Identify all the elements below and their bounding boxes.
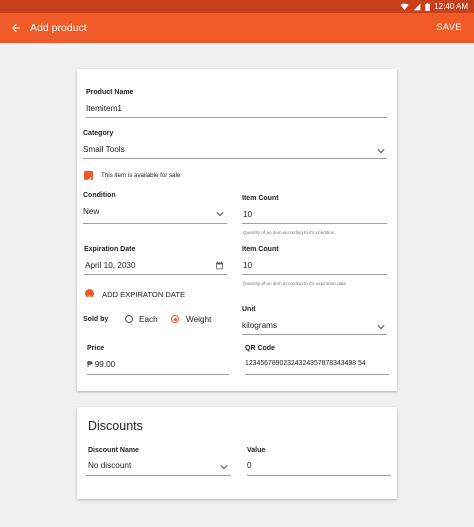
unit-chevron-down-icon[interactable] bbox=[377, 324, 385, 330]
expiration-date-underline bbox=[84, 274, 227, 275]
item-count-expiration-helper: Quantity of an item according to it's ex… bbox=[243, 281, 348, 286]
category-chevron-down-icon[interactable] bbox=[377, 148, 385, 154]
page-title: Add product bbox=[30, 22, 87, 34]
product-name-label: Product Name bbox=[86, 89, 134, 96]
unit-underline bbox=[242, 334, 387, 335]
status-time: 12:40 AM bbox=[434, 2, 468, 11]
add-expiration-date-button[interactable]: ADD EXPIRATON DATE bbox=[102, 290, 185, 299]
category-select[interactable]: Small Tools bbox=[83, 145, 125, 154]
discount-value-input[interactable]: 0 bbox=[247, 461, 252, 470]
calendar-icon[interactable] bbox=[215, 261, 224, 270]
add-circle-icon[interactable] bbox=[85, 289, 94, 301]
price-underline bbox=[87, 374, 229, 375]
radio-weight-label: Weight bbox=[186, 315, 212, 324]
discounts-title: Discounts bbox=[88, 419, 143, 433]
product-name-underline bbox=[86, 117, 387, 118]
discount-name-underline bbox=[86, 475, 231, 476]
item-count-expiration-input[interactable]: 10 bbox=[243, 261, 252, 270]
discount-value-label: Value bbox=[247, 447, 266, 454]
condition-label: Condition bbox=[83, 192, 116, 199]
radio-each-label: Each bbox=[139, 315, 158, 324]
check-icon bbox=[85, 177, 92, 183]
discount-value-underline bbox=[247, 475, 391, 476]
item-count-expiration-label: Item Count bbox=[242, 246, 279, 253]
item-count-condition-underline bbox=[242, 223, 387, 224]
qr-code-underline bbox=[245, 374, 389, 375]
signal-icon bbox=[413, 3, 421, 10]
unit-select[interactable]: kilograms bbox=[242, 321, 277, 330]
product-name-input[interactable]: Itemitem1 bbox=[86, 104, 122, 113]
app-bar: Add product SAVE bbox=[0, 13, 474, 43]
discounts-card: Discounts Discount Name No discount Valu… bbox=[77, 407, 397, 499]
back-arrow-icon[interactable] bbox=[10, 22, 22, 34]
available-checkbox[interactable] bbox=[84, 171, 93, 183]
condition-underline bbox=[83, 223, 227, 224]
save-button[interactable]: SAVE bbox=[436, 22, 462, 33]
condition-select[interactable]: New bbox=[83, 207, 99, 216]
qr-code-input[interactable]: 12345678902324324357878343498 54 bbox=[245, 360, 366, 367]
item-count-expiration-underline bbox=[242, 274, 387, 275]
available-checkbox-label: This item is available for sale bbox=[101, 172, 181, 179]
qr-code-label: QR Code bbox=[245, 345, 275, 352]
condition-chevron-down-icon[interactable] bbox=[216, 211, 224, 217]
sold-by-label: Sold by bbox=[83, 316, 109, 323]
category-underline bbox=[83, 158, 387, 159]
item-count-condition-label: Item Count bbox=[242, 195, 279, 202]
discount-name-select[interactable]: No discount bbox=[88, 461, 131, 470]
item-count-condition-helper: Quantity of an item according to it's co… bbox=[243, 230, 336, 235]
wifi-icon bbox=[400, 3, 409, 10]
radio-each[interactable] bbox=[125, 315, 133, 323]
expiration-date-input[interactable]: April 10, 2030 bbox=[85, 261, 136, 270]
product-form-card: Product Name Itemitem1 Category Small To… bbox=[77, 69, 397, 391]
item-count-condition-input[interactable]: 10 bbox=[243, 210, 252, 219]
battery-icon bbox=[425, 2, 430, 11]
status-bar: 12:40 AM bbox=[0, 0, 474, 13]
price-input[interactable]: ₱ 99.00 bbox=[87, 360, 115, 369]
discount-chevron-down-icon[interactable] bbox=[220, 464, 228, 470]
expiration-date-label: Expiration Date bbox=[84, 246, 136, 253]
category-label: Category bbox=[83, 130, 114, 137]
discount-name-label: Discount Name bbox=[88, 447, 139, 454]
radio-weight[interactable] bbox=[171, 315, 179, 323]
price-label: Price bbox=[87, 345, 105, 352]
unit-label: Unit bbox=[242, 306, 256, 313]
